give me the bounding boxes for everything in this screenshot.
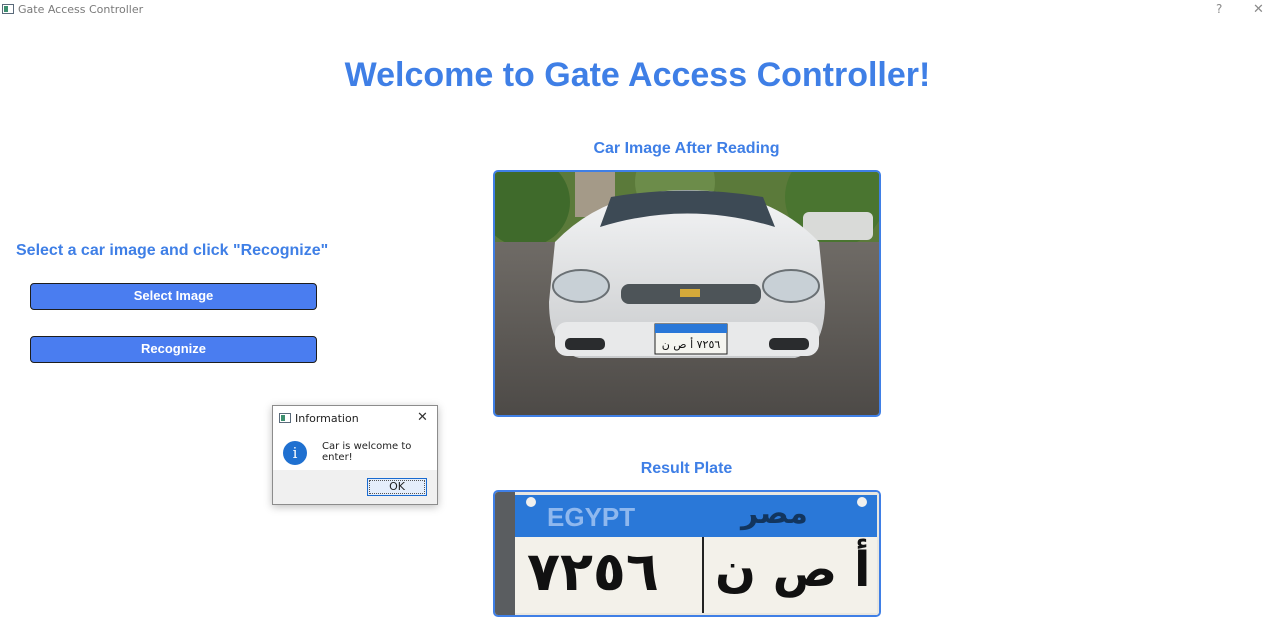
page-title: Welcome to Gate Access Controller! (344, 56, 931, 94)
select-image-button[interactable]: Select Image (30, 283, 317, 310)
plate-number: ٧٢٥٦ (527, 540, 659, 603)
window-title: Gate Access Controller (18, 3, 144, 16)
recognize-button[interactable]: Recognize (30, 336, 317, 363)
dialog-title: Information (295, 412, 359, 425)
dialog-message: Car is welcome to enter! (322, 441, 412, 463)
information-dialog: Information ✕ i Car is welcome to enter!… (272, 405, 438, 505)
dialog-app-icon (279, 413, 291, 423)
help-icon[interactable]: ? (1216, 2, 1222, 16)
result-plate-title: Result Plate (640, 460, 733, 477)
car-image-title: Car Image After Reading (593, 140, 780, 157)
plate-letters: أ ص ن (715, 542, 871, 598)
ok-button[interactable]: OK (367, 478, 427, 496)
info-icon: i (283, 441, 307, 465)
svg-text:٧٢٥٦ أ ص ن: ٧٢٥٦ أ ص ن (662, 337, 721, 351)
close-icon[interactable]: ✕ (417, 410, 428, 425)
dialog-footer: OK (273, 470, 437, 504)
instruction-label: Select a car image and click "Recognize" (16, 242, 329, 259)
result-plate-image: EGYPT مصر ٧٢٥٦ أ ص ن (493, 490, 881, 617)
plate-country-ar: مصر (741, 496, 808, 531)
car-photo: ٧٢٥٦ أ ص ن (495, 172, 879, 415)
car-image: ٧٢٥٦ أ ص ن (493, 170, 881, 417)
window-titlebar: Gate Access Controller ? ✕ (0, 0, 1280, 20)
app-icon (2, 4, 14, 14)
plate-country-en: EGYPT (547, 502, 636, 532)
close-icon[interactable]: ✕ (1253, 2, 1264, 17)
